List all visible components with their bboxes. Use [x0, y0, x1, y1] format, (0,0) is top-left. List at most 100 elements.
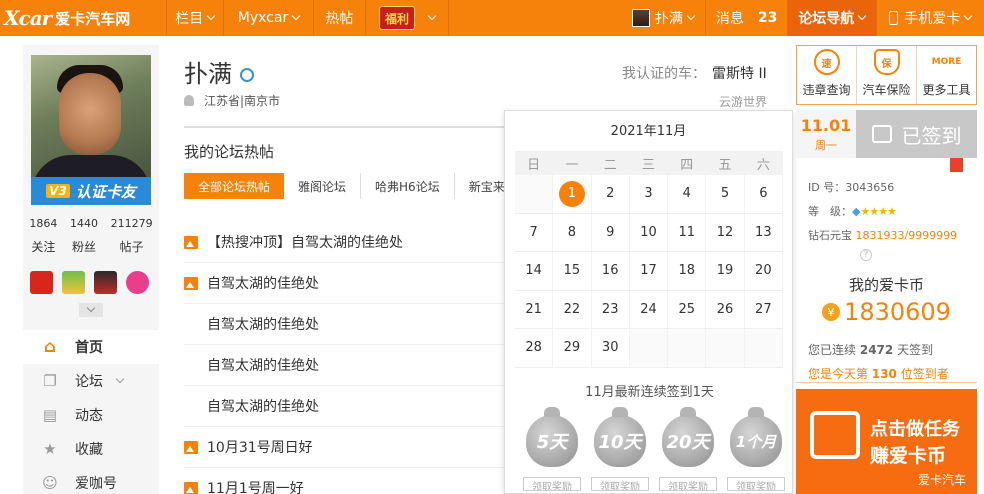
calendar-day[interactable]: 22 [553, 290, 592, 328]
nav-messages[interactable]: 消息 23 [706, 0, 789, 36]
chevron-down-icon [858, 11, 867, 21]
calendar-day[interactable]: 21 [515, 290, 554, 328]
stat-posts[interactable]: 211279 帖子 [111, 217, 153, 255]
post-title[interactable]: 自驾太湖的佳绝处 [207, 273, 319, 293]
sidebar-item-aika[interactable]: ☺ 爱咖号 [23, 466, 159, 494]
calendar-day[interactable]: 29 [553, 329, 592, 367]
cloud-world-link[interactable]: 云游世界 [719, 93, 767, 110]
level-stars: ★★★★ [860, 205, 896, 218]
calendar-day[interactable]: 2 [592, 175, 630, 213]
account-info: ID 号：3043656 等 级：◆★★★★ 钻石元宝 1831933/9999… [808, 176, 957, 248]
fans-medal-icon[interactable] [94, 271, 117, 294]
calendar-day[interactable]: 28 [515, 329, 554, 367]
calendar-day[interactable]: 1 [553, 175, 592, 213]
calendar-day-number: 15 [563, 263, 581, 279]
nav-mobile[interactable]: 手机爱卡 [877, 0, 984, 36]
calendar-day[interactable]: 6 [745, 175, 783, 213]
calendar-day[interactable]: 7 [515, 213, 554, 251]
calendar-day[interactable]: 14 [515, 252, 554, 290]
claim-reward-button[interactable]: 领取奖励 [523, 477, 581, 491]
calendar-day[interactable]: 25 [668, 290, 707, 328]
calendar-day[interactable]: 23 [592, 290, 630, 328]
sidebar-item-forum[interactable]: ❐ 论坛 [23, 364, 159, 398]
list-item[interactable]: 自驾太湖的佳绝处 [184, 263, 504, 304]
signin-box: 11.01 周一 已签到 [796, 110, 977, 158]
calendar-day-number: 7 [529, 224, 538, 240]
post-title[interactable]: 自驾太湖的佳绝处 [207, 355, 319, 375]
nav-fuli[interactable]: 福利 [366, 0, 450, 36]
divider [796, 382, 977, 383]
calendar-day[interactable]: 19 [706, 252, 745, 290]
sidebar-item-home[interactable]: ⌂ 首页 [23, 330, 166, 364]
nav-hot[interactable]: 热帖 [314, 0, 366, 36]
nav-column[interactable]: 栏目 [167, 0, 224, 36]
sidebar-item-favorites[interactable]: ★ 收藏 [23, 432, 159, 466]
tab-accord[interactable]: 雅阁论坛 [284, 173, 362, 199]
list-item[interactable]: 10月31号周日好 [184, 427, 504, 468]
calendar-day[interactable]: 20 [745, 252, 783, 290]
post-title[interactable]: 10月31号周日好 [207, 437, 313, 457]
claim-reward-button[interactable]: 领取奖励 [591, 477, 649, 491]
tool-bar: 速 违章查询 保 汽车保险 MORE 更多工具 [796, 45, 977, 105]
post-title[interactable]: 自驾太湖的佳绝处 [207, 314, 319, 334]
signed-button[interactable]: 已签到 [856, 110, 977, 158]
calendar-day-number: 6 [759, 186, 768, 202]
sidebar-item-feed[interactable]: ▤ 动态 [23, 398, 159, 432]
list-item[interactable]: 自驾太湖的佳绝处 [184, 386, 504, 427]
logo-mark: Xcar [4, 6, 52, 30]
nav-forum[interactable]: 论坛导航 [788, 0, 877, 36]
stat-value: 1864 [29, 217, 58, 230]
calendar-day[interactable]: 10 [630, 213, 669, 251]
calendar-day[interactable]: 9 [592, 213, 630, 251]
calendar-day[interactable]: 27 [745, 290, 783, 328]
calendar-day[interactable]: 12 [706, 213, 745, 251]
pink-medal-icon[interactable] [126, 271, 149, 294]
calendar-day[interactable]: 3 [630, 175, 669, 213]
help-icon[interactable]: ? [860, 249, 872, 261]
landscape-medal-icon[interactable] [62, 271, 85, 294]
site-logo[interactable]: Xcar 爱卡汽车网 [0, 0, 167, 36]
nav-myxcar[interactable]: Myxcar [224, 0, 315, 36]
calendar-day[interactable]: 13 [745, 213, 783, 251]
profile-location: 江苏省|南京市 [184, 92, 280, 109]
signin-calendar: 2021年11月 日一二三四五六 1 2 3 4 5 6 7 8 9 10 11 12 13 14 15 16 1… [504, 110, 793, 494]
calendar-day[interactable]: 15 [553, 252, 592, 290]
calendar-day[interactable]: 24 [630, 290, 669, 328]
calendar-day[interactable]: 26 [706, 290, 745, 328]
verified-badge[interactable]: V3 认证卡友 [31, 177, 151, 205]
list-item[interactable]: 自驾太湖的佳绝处 [184, 304, 504, 345]
car-name[interactable]: 雷斯特 II [712, 66, 767, 82]
calendar-day[interactable]: 18 [668, 252, 707, 290]
claim-reward-button[interactable]: 领取奖励 [659, 477, 717, 491]
nav-user-label: 扑满 [654, 11, 683, 27]
stat-followers[interactable]: 1440 粉丝 [70, 217, 98, 255]
calendar-day[interactable]: 5 [706, 175, 745, 213]
calendar-day[interactable]: 8 [553, 213, 592, 251]
list-item[interactable]: 【热搜冲顶】自驾太湖的佳绝处 [184, 222, 504, 263]
post-title[interactable]: 自驾太湖的佳绝处 [207, 396, 319, 416]
list-item[interactable]: 11月1号周一好 [184, 468, 504, 494]
nav-user[interactable]: 扑满 [621, 0, 707, 36]
claim-reward-button[interactable]: 领取奖励 [727, 477, 785, 491]
calendar-empty-cell [515, 175, 554, 213]
tool-insurance[interactable]: 保 汽车保险 [857, 46, 917, 104]
calendar-day[interactable]: 17 [630, 252, 669, 290]
expand-medals-button[interactable] [79, 303, 103, 317]
tab-all[interactable]: 全部论坛热帖 [184, 173, 285, 199]
calendar-day[interactable]: 11 [668, 213, 707, 251]
stat-following[interactable]: 1864 关注 [29, 217, 57, 255]
calendar-day[interactable]: 16 [592, 252, 630, 290]
tool-more[interactable]: MORE 更多工具 [917, 46, 976, 104]
post-title[interactable]: 【热搜冲顶】自驾太湖的佳绝处 [207, 232, 403, 252]
post-title[interactable]: 11月1号周一好 [207, 478, 304, 494]
list-item[interactable]: 自驾太湖的佳绝处 [184, 345, 504, 386]
china-brand-medal-icon[interactable] [30, 271, 53, 294]
profile-photo[interactable]: V3 认证卡友 [31, 55, 151, 205]
tab-h6[interactable]: 哈弗H6论坛 [361, 173, 455, 199]
weekday-label: 四 [668, 151, 707, 175]
calendar-day[interactable]: 30 [592, 329, 630, 367]
task-banner[interactable]: 点击做任务 赚爱卡币 爱卡汽车 [796, 389, 977, 494]
tool-violation[interactable]: 速 违章查询 [797, 46, 857, 104]
calendar-day-number: 8 [567, 224, 577, 240]
calendar-day[interactable]: 4 [668, 175, 707, 213]
